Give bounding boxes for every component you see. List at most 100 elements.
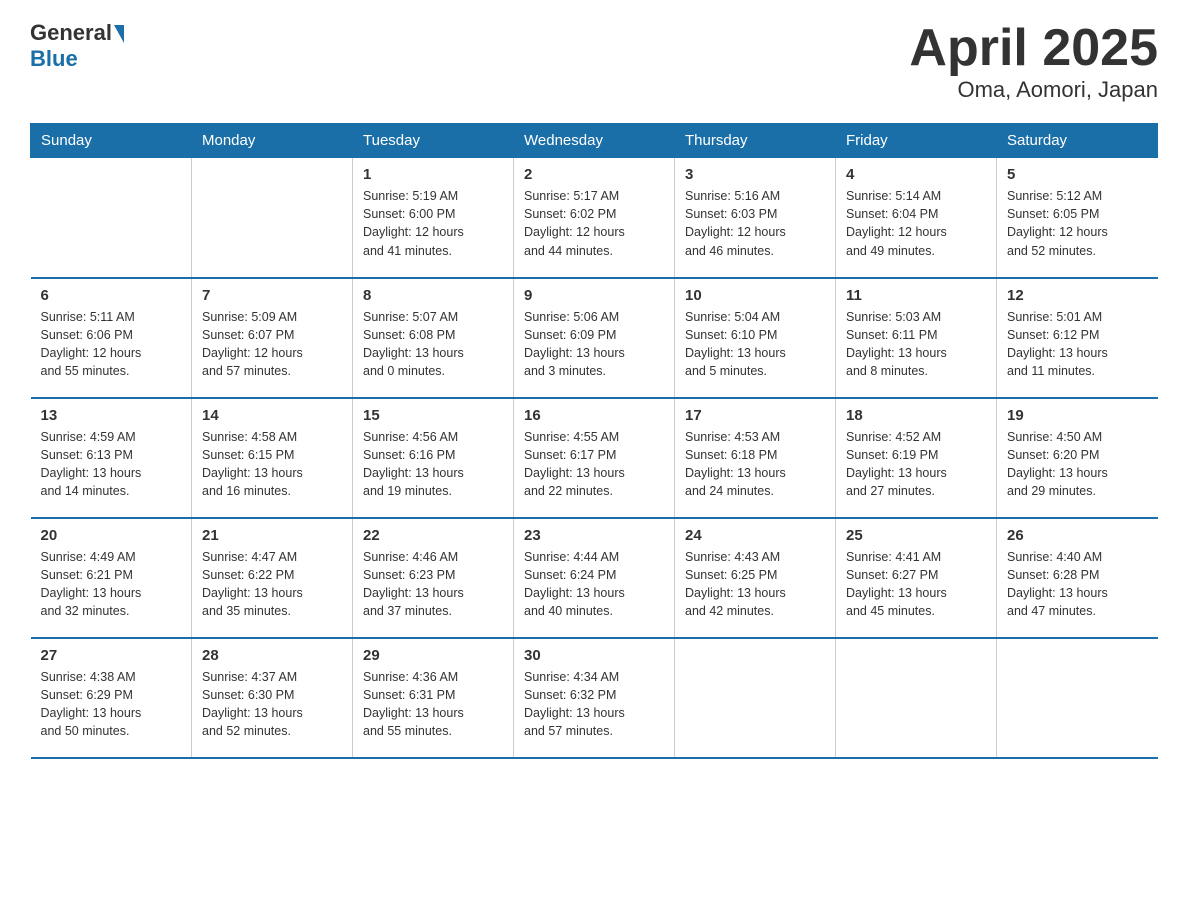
logo-blue-text: Blue (30, 46, 124, 72)
day-info: Sunrise: 4:47 AM Sunset: 6:22 PM Dayligh… (202, 548, 342, 621)
day-info: Sunrise: 5:14 AM Sunset: 6:04 PM Dayligh… (846, 187, 986, 260)
calendar-week-row: 6 Sunrise: 5:11 AM Sunset: 6:06 PM Daylig… (31, 278, 1158, 398)
header-friday: Friday (836, 124, 997, 158)
calendar-cell: 24 Sunrise: 4:43 AM Sunset: 6:25 PM Dayli… (675, 518, 836, 638)
calendar-cell: 23Sunrise: 4:44 AM Sunset: 6:24 PM Dayli… (514, 518, 675, 638)
day-number: 8 (363, 287, 503, 304)
calendar-cell: 1Sunrise: 5:19 AM Sunset: 6:00 PM Daylig… (353, 158, 514, 278)
calendar-table: SundayMondayTuesdayWednesdayThursdayFrid… (30, 123, 1158, 759)
day-info: Sunrise: 4:41 AM Sunset: 6:27 PM Dayligh… (846, 548, 986, 621)
calendar-title: April 2025 (909, 20, 1158, 77)
header-saturday: Saturday (997, 124, 1158, 158)
day-number: 6 (41, 287, 182, 304)
calendar-cell: 18 Sunrise: 4:52 AM Sunset: 6:19 PM Dayli… (836, 398, 997, 518)
header-monday: Monday (192, 124, 353, 158)
day-number: 29 (363, 647, 503, 664)
calendar-cell: 10 Sunrise: 5:04 AM Sunset: 6:10 PM Dayli… (675, 278, 836, 398)
calendar-cell: 7 Sunrise: 5:09 AM Sunset: 6:07 PM Daylig… (192, 278, 353, 398)
day-number: 24 (685, 527, 825, 544)
page-header: General Blue April 2025 Oma, Aomori, Jap… (30, 20, 1158, 103)
day-number: 28 (202, 647, 342, 664)
day-number: 26 (1007, 527, 1148, 544)
day-number: 27 (41, 647, 182, 664)
day-info: Sunrise: 5:06 AM Sunset: 6:09 PM Dayligh… (524, 308, 664, 381)
day-info: Sunrise: 5:12 AM Sunset: 6:05 PM Dayligh… (1007, 187, 1148, 260)
calendar-cell: 19 Sunrise: 4:50 AM Sunset: 6:20 PM Dayli… (997, 398, 1158, 518)
day-info: Sunrise: 4:50 AM Sunset: 6:20 PM Dayligh… (1007, 428, 1148, 501)
day-info: Sunrise: 5:04 AM Sunset: 6:10 PM Dayligh… (685, 308, 825, 381)
day-info: Sunrise: 4:43 AM Sunset: 6:25 PM Dayligh… (685, 548, 825, 621)
title-block: April 2025 Oma, Aomori, Japan (909, 20, 1158, 103)
calendar-cell: 21 Sunrise: 4:47 AM Sunset: 6:22 PM Dayli… (192, 518, 353, 638)
day-number: 22 (363, 527, 503, 544)
day-info: Sunrise: 5:19 AM Sunset: 6:00 PM Dayligh… (363, 187, 503, 260)
header-wednesday: Wednesday (514, 124, 675, 158)
day-info: Sunrise: 5:09 AM Sunset: 6:07 PM Dayligh… (202, 308, 342, 381)
day-info: Sunrise: 4:53 AM Sunset: 6:18 PM Dayligh… (685, 428, 825, 501)
calendar-cell: 25 Sunrise: 4:41 AM Sunset: 6:27 PM Dayli… (836, 518, 997, 638)
day-info: Sunrise: 4:38 AM Sunset: 6:29 PM Dayligh… (41, 668, 182, 741)
day-info: Sunrise: 5:16 AM Sunset: 6:03 PM Dayligh… (685, 187, 825, 260)
header-tuesday: Tuesday (353, 124, 514, 158)
day-info: Sunrise: 4:56 AM Sunset: 6:16 PM Dayligh… (363, 428, 503, 501)
calendar-cell (997, 638, 1158, 758)
day-info: Sunrise: 4:34 AM Sunset: 6:32 PM Dayligh… (524, 668, 664, 741)
calendar-week-row: 20 Sunrise: 4:49 AM Sunset: 6:21 PM Dayli… (31, 518, 1158, 638)
day-number: 2 (524, 166, 664, 183)
calendar-cell (192, 158, 353, 278)
calendar-cell: 11 Sunrise: 5:03 AM Sunset: 6:11 PM Dayli… (836, 278, 997, 398)
day-number: 23 (524, 527, 664, 544)
day-number: 12 (1007, 287, 1148, 304)
day-number: 11 (846, 287, 986, 304)
calendar-cell: 26 Sunrise: 4:40 AM Sunset: 6:28 PM Dayli… (997, 518, 1158, 638)
day-info: Sunrise: 4:40 AM Sunset: 6:28 PM Dayligh… (1007, 548, 1148, 621)
header-thursday: Thursday (675, 124, 836, 158)
day-info: Sunrise: 5:03 AM Sunset: 6:11 PM Dayligh… (846, 308, 986, 381)
calendar-cell: 27 Sunrise: 4:38 AM Sunset: 6:29 PM Dayli… (31, 638, 192, 758)
calendar-cell: 30Sunrise: 4:34 AM Sunset: 6:32 PM Dayli… (514, 638, 675, 758)
day-number: 7 (202, 287, 342, 304)
calendar-cell: 17 Sunrise: 4:53 AM Sunset: 6:18 PM Dayli… (675, 398, 836, 518)
calendar-cell: 29Sunrise: 4:36 AM Sunset: 6:31 PM Dayli… (353, 638, 514, 758)
day-info: Sunrise: 4:59 AM Sunset: 6:13 PM Dayligh… (41, 428, 182, 501)
day-number: 5 (1007, 166, 1148, 183)
calendar-header-row: SundayMondayTuesdayWednesdayThursdayFrid… (31, 124, 1158, 158)
day-number: 21 (202, 527, 342, 544)
logo-general-text: General (30, 20, 112, 46)
calendar-week-row: 27 Sunrise: 4:38 AM Sunset: 6:29 PM Dayli… (31, 638, 1158, 758)
calendar-cell: 20 Sunrise: 4:49 AM Sunset: 6:21 PM Dayli… (31, 518, 192, 638)
day-number: 19 (1007, 407, 1148, 424)
calendar-cell: 8 Sunrise: 5:07 AM Sunset: 6:08 PM Daylig… (353, 278, 514, 398)
calendar-cell: 14 Sunrise: 4:58 AM Sunset: 6:15 PM Dayli… (192, 398, 353, 518)
calendar-cell (675, 638, 836, 758)
header-sunday: Sunday (31, 124, 192, 158)
calendar-cell: 5 Sunrise: 5:12 AM Sunset: 6:05 PM Daylig… (997, 158, 1158, 278)
day-info: Sunrise: 5:11 AM Sunset: 6:06 PM Dayligh… (41, 308, 182, 381)
day-info: Sunrise: 5:17 AM Sunset: 6:02 PM Dayligh… (524, 187, 664, 260)
calendar-cell: 22 Sunrise: 4:46 AM Sunset: 6:23 PM Dayli… (353, 518, 514, 638)
calendar-cell: 6 Sunrise: 5:11 AM Sunset: 6:06 PM Daylig… (31, 278, 192, 398)
calendar-cell: 2 Sunrise: 5:17 AM Sunset: 6:02 PM Daylig… (514, 158, 675, 278)
day-number: 9 (524, 287, 664, 304)
calendar-cell: 16Sunrise: 4:55 AM Sunset: 6:17 PM Dayli… (514, 398, 675, 518)
day-info: Sunrise: 4:37 AM Sunset: 6:30 PM Dayligh… (202, 668, 342, 741)
calendar-subtitle: Oma, Aomori, Japan (909, 77, 1158, 103)
day-info: Sunrise: 4:52 AM Sunset: 6:19 PM Dayligh… (846, 428, 986, 501)
calendar-cell: 28 Sunrise: 4:37 AM Sunset: 6:30 PM Dayli… (192, 638, 353, 758)
day-number: 14 (202, 407, 342, 424)
day-info: Sunrise: 4:46 AM Sunset: 6:23 PM Dayligh… (363, 548, 503, 621)
logo-triangle-icon (114, 25, 124, 43)
day-info: Sunrise: 4:58 AM Sunset: 6:15 PM Dayligh… (202, 428, 342, 501)
day-number: 16 (524, 407, 664, 424)
day-number: 18 (846, 407, 986, 424)
day-number: 20 (41, 527, 182, 544)
day-number: 15 (363, 407, 503, 424)
day-number: 13 (41, 407, 182, 424)
day-info: Sunrise: 5:07 AM Sunset: 6:08 PM Dayligh… (363, 308, 503, 381)
calendar-cell: 9 Sunrise: 5:06 AM Sunset: 6:09 PM Daylig… (514, 278, 675, 398)
day-number: 25 (846, 527, 986, 544)
day-number: 10 (685, 287, 825, 304)
day-number: 3 (685, 166, 825, 183)
day-number: 17 (685, 407, 825, 424)
day-info: Sunrise: 4:49 AM Sunset: 6:21 PM Dayligh… (41, 548, 182, 621)
